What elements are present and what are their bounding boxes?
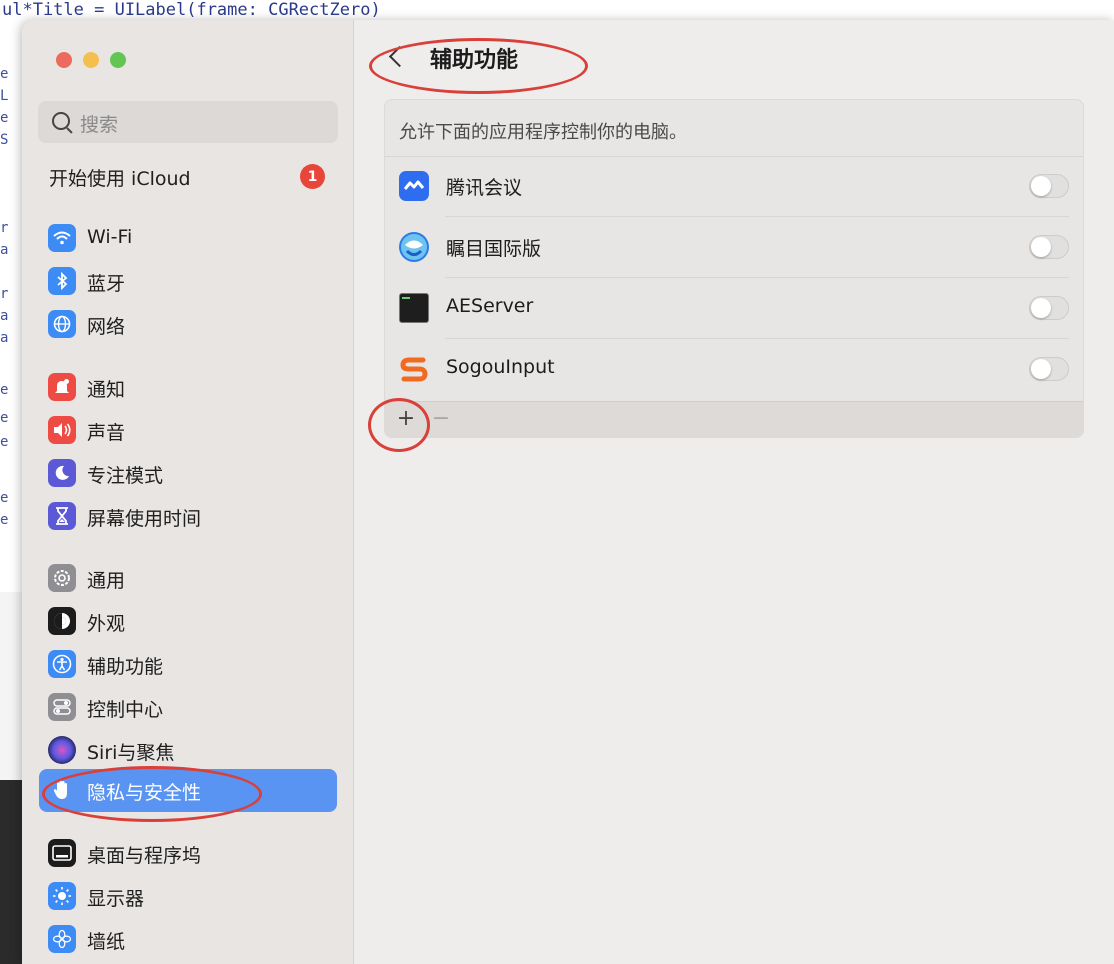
sidebar-item-label: 桌面与程序坞 <box>87 845 202 867</box>
wifi-icon <box>48 224 76 252</box>
sidebar-item-desktop-dock[interactable]: 桌面与程序坞 <box>39 833 337 873</box>
permission-toggle[interactable] <box>1029 235 1069 259</box>
hourglass-icon <box>48 502 76 530</box>
gutter-char: e <box>0 382 9 398</box>
sidebar-item-label: Wi-Fi <box>87 226 133 248</box>
sidebar-item-label: 显示器 <box>87 888 145 910</box>
zhumu-icon <box>399 232 429 262</box>
dock-icon <box>48 839 76 867</box>
icloud-signin-item[interactable]: 开始使用 iCloud <box>49 164 191 191</box>
sidebar-item-privacy-security[interactable]: 隐私与安全性 <box>39 769 337 812</box>
sidebar-item-label: 通知 <box>87 379 126 401</box>
list-footer: + − <box>385 401 1083 437</box>
app-name: AEServer <box>446 295 534 317</box>
sidebar-item-screen-time[interactable]: 屏幕使用时间 <box>39 496 337 536</box>
sidebar-item-wallpaper[interactable]: 墙纸 <box>39 919 337 959</box>
bell-icon <box>48 373 76 401</box>
minimize-window-button[interactable] <box>83 52 99 68</box>
sidebar-item-accessibility[interactable]: 辅助功能 <box>39 644 337 684</box>
sidebar-item-label: Siri与聚焦 <box>87 742 175 764</box>
gutter-char: S <box>0 132 9 148</box>
sogou-icon <box>399 354 429 384</box>
hand-icon <box>48 776 76 804</box>
permission-toggle[interactable] <box>1029 357 1069 381</box>
gutter-char: L <box>0 88 9 104</box>
main-panel: 辅助功能 允许下面的应用程序控制你的电脑。 腾讯会议 瞩目国际版 AEServe… <box>354 20 1114 964</box>
gutter-char: a <box>0 242 9 258</box>
sidebar-item-focus[interactable]: 专注模式 <box>39 453 337 493</box>
gutter-char: r <box>0 286 9 302</box>
moon-icon <box>48 459 76 487</box>
sidebar-item-label: 声音 <box>87 422 126 444</box>
sidebar-item-displays[interactable]: 显示器 <box>39 876 337 916</box>
sidebar: 搜索 开始使用 iCloud 1 Wi-Fi 蓝牙 网络 通知 声音 专注模式 … <box>22 20 354 964</box>
sidebar-item-label: 外观 <box>87 613 126 635</box>
sidebar-item-label: 墙纸 <box>87 931 126 953</box>
app-permission-list: 允许下面的应用程序控制你的电脑。 腾讯会议 瞩目国际版 AEServer Sog… <box>384 99 1084 438</box>
notification-badge: 1 <box>300 164 325 189</box>
sidebar-item-sound[interactable]: 声音 <box>39 410 337 450</box>
list-item: 瞩目国际版 <box>399 217 1069 278</box>
gutter-char: a <box>0 330 9 346</box>
gutter-char: r <box>0 220 9 236</box>
remove-app-button[interactable]: − <box>429 404 453 434</box>
wallpaper-icon <box>48 925 76 953</box>
app-name: SogouInput <box>446 356 555 378</box>
list-description: 允许下面的应用程序控制你的电脑。 <box>385 100 1083 157</box>
sidebar-item-appearance[interactable]: 外观 <box>39 601 337 641</box>
gutter-char: e <box>0 66 9 82</box>
search-placeholder: 搜索 <box>80 114 119 136</box>
sidebar-item-control-center[interactable]: 控制中心 <box>39 687 337 727</box>
description-text: 允许下面的应用程序控制你的电脑。 <box>399 122 687 143</box>
sidebar-item-general[interactable]: 通用 <box>39 558 337 598</box>
sidebar-item-bluetooth[interactable]: 蓝牙 <box>39 261 337 301</box>
accessibility-icon <box>48 650 76 678</box>
siri-icon <box>48 736 76 764</box>
add-app-button[interactable]: + <box>391 404 421 434</box>
back-chevron-icon[interactable] <box>388 45 411 68</box>
app-name: 瞩目国际版 <box>446 238 542 260</box>
speaker-icon <box>48 416 76 444</box>
search-input[interactable]: 搜索 <box>38 101 338 143</box>
sidebar-item-label: 辅助功能 <box>87 656 164 678</box>
system-settings-window: 搜索 开始使用 iCloud 1 Wi-Fi 蓝牙 网络 通知 声音 专注模式 … <box>22 20 1114 964</box>
sidebar-item-label: 蓝牙 <box>87 273 126 295</box>
sidebar-item-label: 通用 <box>87 570 126 592</box>
terminal-icon <box>399 293 429 323</box>
app-name: 腾讯会议 <box>446 177 523 199</box>
sidebar-item-label: 隐私与安全性 <box>87 782 202 804</box>
sun-icon <box>48 882 76 910</box>
gutter-char: e <box>0 110 9 126</box>
gutter-char: e <box>0 512 9 528</box>
permission-toggle[interactable] <box>1029 174 1069 198</box>
globe-icon <box>48 310 76 338</box>
control-center-icon <box>48 693 76 721</box>
list-item: SogouInput <box>399 339 1069 400</box>
gutter-char: e <box>0 410 9 426</box>
sidebar-item-siri-spotlight[interactable]: Siri与聚焦 <box>39 730 337 770</box>
gear-icon <box>48 564 76 592</box>
page-title: 辅助功能 <box>430 48 519 73</box>
gutter-char: e <box>0 434 9 450</box>
gutter-char: a <box>0 308 9 324</box>
sidebar-item-label: 控制中心 <box>87 699 164 721</box>
bluetooth-icon <box>48 267 76 295</box>
sidebar-item-wifi[interactable]: Wi-Fi <box>39 218 337 258</box>
sidebar-item-network[interactable]: 网络 <box>39 304 337 344</box>
tencent-meeting-icon <box>399 171 429 201</box>
close-window-button[interactable] <box>56 52 72 68</box>
background-code-line: ul*Title = UILabel(frame: CGRectZero) <box>2 0 381 20</box>
search-icon <box>52 112 70 130</box>
sidebar-item-label: 屏幕使用时间 <box>87 508 202 530</box>
zoom-window-button[interactable] <box>110 52 126 68</box>
sidebar-item-label: 专注模式 <box>87 465 164 487</box>
appearance-icon <box>48 607 76 635</box>
sidebar-item-notifications[interactable]: 通知 <box>39 367 337 407</box>
sidebar-item-label: 网络 <box>87 316 126 338</box>
permission-toggle[interactable] <box>1029 296 1069 320</box>
list-item: 腾讯会议 <box>399 156 1069 217</box>
gutter-char: e <box>0 490 9 506</box>
list-item: AEServer <box>399 278 1069 339</box>
